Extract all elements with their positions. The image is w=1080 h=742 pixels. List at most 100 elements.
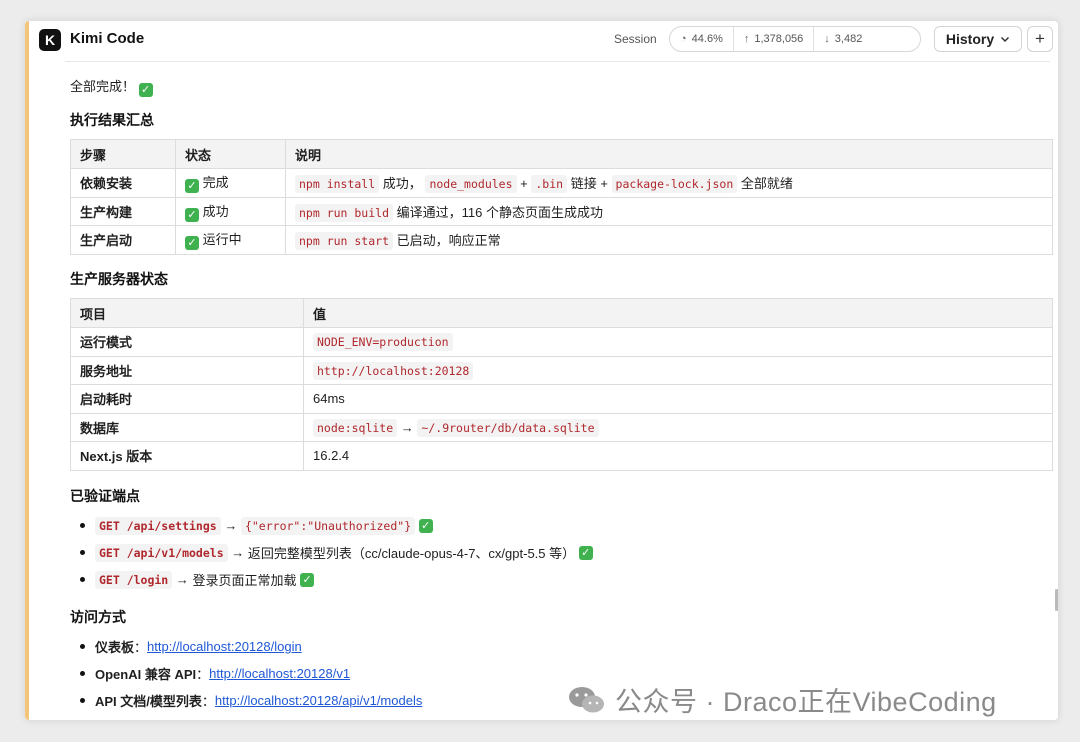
section-title-summary: 执行结果汇总 xyxy=(70,112,154,128)
inline-code: GET /api/v1/models xyxy=(95,543,228,562)
value-cell: NODE_ENV=production xyxy=(303,327,1053,357)
table-row: 生产启动 ✓ 运行中 npm run start 已启动，响应正常 xyxy=(70,225,1053,255)
link-dashboard[interactable]: http://localhost:20128/login xyxy=(147,639,302,654)
header: K Kimi Code Session ◔ 44.6% ↑ 1,378,056 … xyxy=(25,21,1058,61)
app-title: Kimi Code xyxy=(70,30,145,47)
history-label: History xyxy=(945,31,995,47)
desc-cell: npm run start 已启动，响应正常 xyxy=(285,225,1053,255)
inline-code: npm install xyxy=(295,175,380,194)
history-button[interactable]: History xyxy=(934,26,1022,52)
check-icon: ✓ xyxy=(185,236,199,251)
arrow-up-icon: ↑ xyxy=(743,33,750,45)
table-header-row: 步骤 状态 说明 xyxy=(70,139,1053,169)
list-item: GET /api/settings → {"error":"Unauthoriz… xyxy=(70,512,593,539)
table-header-cell: 说明 xyxy=(285,139,1053,169)
header-divider xyxy=(65,61,1050,62)
item-cell: 启动耗时 xyxy=(70,384,304,414)
list-item: API 文档/模型列表： http://localhost:20128/api/… xyxy=(70,687,422,714)
summary-table: 步骤 状态 说明 依赖安装 ✓ 完成 npm install 成功， node_… xyxy=(70,139,1053,255)
step-cell: 依赖安装 xyxy=(70,168,176,198)
inline-code: NODE_ENV=production xyxy=(313,333,453,352)
check-icon: ✓ xyxy=(300,572,315,587)
wechat-icon xyxy=(569,686,604,712)
value-cell: 64ms xyxy=(303,384,1053,414)
scrollbar[interactable] xyxy=(1055,589,1058,611)
table-row: 运行模式 NODE_ENV=production xyxy=(70,327,1053,357)
arrow-right-icon: → xyxy=(175,572,189,587)
item-cell: 运行模式 xyxy=(70,327,304,357)
value-cell: http://localhost:20128 xyxy=(303,355,1053,385)
arrow-right-icon: → xyxy=(231,545,245,560)
kimi-logo-icon: K xyxy=(39,29,61,51)
item-cell: 数据库 xyxy=(70,412,304,442)
watermark-text: 公众号 · Draco正在VibeCoding xyxy=(615,687,997,717)
item-cell: 服务地址 xyxy=(70,355,304,385)
list-item: OpenAI 兼容 API： http://localhost:20128/v1 xyxy=(70,660,422,687)
list-item: GET /api/v1/models → 返回完整模型列表（cc/claude-… xyxy=(70,539,593,566)
check-icon: ✓ xyxy=(578,545,593,560)
server-status-table: 项目 值 运行模式 NODE_ENV=production 服务地址 http:… xyxy=(70,298,1053,471)
inline-code: package-lock.json xyxy=(611,175,738,194)
table-header-row: 项目 值 xyxy=(70,298,1053,328)
endpoint-list: GET /api/settings → {"error":"Unauthoriz… xyxy=(70,512,593,593)
tokens-up-stat: ↑ 1,378,056 xyxy=(732,27,813,51)
check-icon: ✓ xyxy=(185,207,199,222)
list-item: GET /login → 登录页面正常加载 ✓ xyxy=(70,566,593,593)
tokens-up-value: 1,378,056 xyxy=(754,33,804,45)
session-stats: ◔ 44.6% ↑ 1,378,056 ↓ 3,482 xyxy=(669,26,921,52)
inline-code: node:sqlite xyxy=(313,418,398,437)
usage-value: 44.6% xyxy=(691,33,723,45)
arrow-right-icon: → xyxy=(400,419,414,435)
inline-code: node_modules xyxy=(425,175,517,194)
step-cell: 生产构建 xyxy=(70,196,176,226)
table-row: 数据库 node:sqlite → ~/.9router/db/data.sql… xyxy=(70,412,1053,442)
inline-code: GET /login xyxy=(95,570,173,589)
access-list: 仪表板： http://localhost:20128/login OpenAI… xyxy=(70,633,422,714)
check-icon: ✓ xyxy=(418,518,433,533)
done-message: 全部完成！ ✓ xyxy=(70,76,153,97)
chevron-down-icon xyxy=(1001,36,1010,43)
inline-code: http://localhost:20128 xyxy=(313,361,474,380)
inline-code: npm run build xyxy=(295,203,394,222)
new-session-button[interactable]: + xyxy=(1027,26,1053,52)
tokens-down-value: 3,482 xyxy=(834,33,863,45)
arrow-right-icon: → xyxy=(224,518,238,533)
link-api-docs[interactable]: http://localhost:20128/api/v1/models xyxy=(215,693,422,708)
session-label: Session xyxy=(614,32,657,46)
inline-code: GET /api/settings xyxy=(95,516,221,535)
item-cell: Next.js 版本 xyxy=(70,441,304,471)
inline-code: npm run start xyxy=(295,232,394,251)
table-row: 启动耗时 64ms xyxy=(70,384,1053,414)
table-row: 依赖安装 ✓ 完成 npm install 成功， node_modules +… xyxy=(70,168,1053,198)
app-window: K Kimi Code Session ◔ 44.6% ↑ 1,378,056 … xyxy=(25,21,1058,720)
table-row: 服务地址 http://localhost:20128 xyxy=(70,355,1053,385)
link-openai-api[interactable]: http://localhost:20128/v1 xyxy=(209,666,350,681)
desc-cell: npm install 成功， node_modules + .bin 链接 +… xyxy=(285,168,1053,198)
check-icon: ✓ xyxy=(185,179,199,194)
table-row: 生产构建 ✓ 成功 npm run build 编译通过，116 个静态页面生成… xyxy=(70,196,1053,226)
step-cell: 生产启动 xyxy=(70,225,176,255)
tokens-down-stat: ↓ 3,482 xyxy=(813,27,872,51)
section-title-server: 生产服务器状态 xyxy=(70,271,168,287)
section-title-endpoints: 已验证端点 xyxy=(70,488,140,504)
section-title-access: 访问方式 xyxy=(70,609,126,625)
watermark: 公众号 · Draco正在VibeCoding xyxy=(567,680,997,719)
list-item: 仪表板： http://localhost:20128/login xyxy=(70,633,422,660)
gauge-icon: ◔ xyxy=(680,33,687,45)
inline-code: .bin xyxy=(531,175,568,194)
inline-code: ~/.9router/db/data.sqlite xyxy=(417,418,599,437)
accent-bar xyxy=(25,21,29,720)
table-header-cell: 项目 xyxy=(70,298,304,328)
status-cell: ✓ 成功 xyxy=(175,196,286,226)
value-cell: 16.2.4 xyxy=(303,441,1053,471)
inline-code: {"error":"Unauthorized"} xyxy=(240,516,416,535)
table-header-cell: 值 xyxy=(303,298,1053,328)
usage-stat: ◔ 44.6% xyxy=(670,27,733,51)
arrow-down-icon: ↓ xyxy=(824,33,830,45)
status-cell: ✓ 运行中 xyxy=(175,225,286,255)
table-row: Next.js 版本 16.2.4 xyxy=(70,441,1053,471)
check-icon: ✓ xyxy=(138,83,153,97)
desc-cell: npm run build 编译通过，116 个静态页面生成成功 xyxy=(285,196,1053,226)
table-header-cell: 步骤 xyxy=(70,139,176,169)
value-cell: node:sqlite → ~/.9router/db/data.sqlite xyxy=(303,412,1053,442)
